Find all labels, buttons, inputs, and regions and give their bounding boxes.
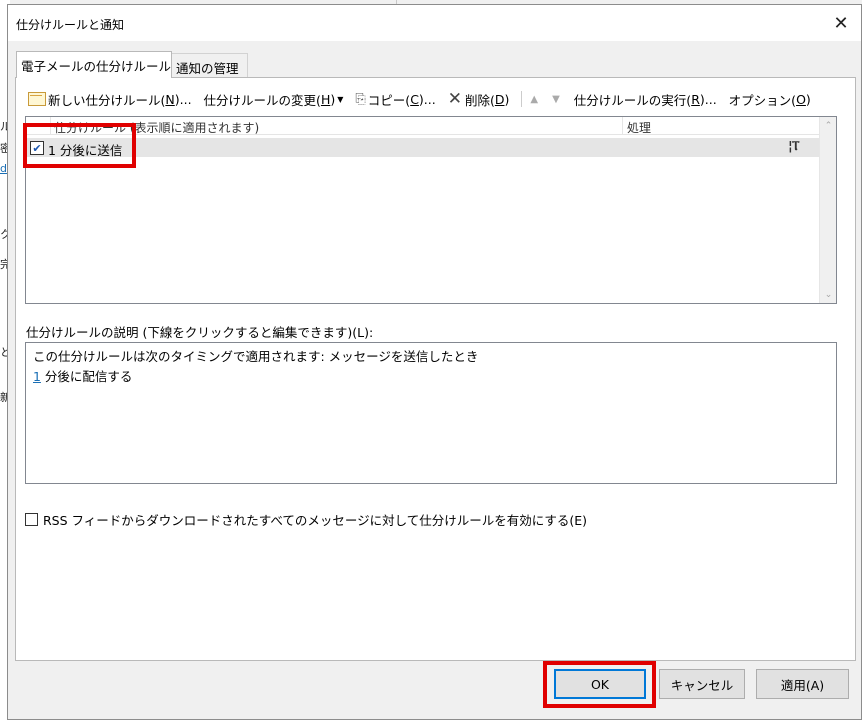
delete-icon: ✕ bbox=[447, 88, 462, 109]
rules-list[interactable]: 仕分けルール (表示順に適用されます) 処理 ✔ 1 分後に送信 ¦Ⲧ ⌃ ⌄ bbox=[25, 116, 837, 304]
rule-description-box: この仕分けルールは次のタイミングで適用されます: メッセージを送信したとき 1 … bbox=[25, 342, 837, 484]
arrow-down-icon[interactable]: ▼ bbox=[552, 94, 560, 105]
chevron-down-icon: ▼ bbox=[337, 94, 344, 104]
column-header-action[interactable]: 処理 bbox=[627, 119, 651, 136]
new-rule-icon bbox=[28, 92, 46, 106]
description-line: 1 分後に配信する bbox=[33, 369, 133, 384]
toolbar-separator bbox=[521, 91, 523, 107]
new-rule-button[interactable]: 新しい仕分けルール(N)... bbox=[28, 90, 192, 109]
rss-option[interactable]: RSS フィードからダウンロードされたすべてのメッセージに対して仕分けルールを有… bbox=[25, 510, 587, 529]
tab-email-rules[interactable]: 電子メールの仕分けルール bbox=[16, 51, 172, 78]
highlight-annotation bbox=[543, 661, 656, 708]
copy-button[interactable]: ⎘ コピー(C)... bbox=[355, 90, 435, 109]
close-icon[interactable]: ✕ bbox=[821, 5, 861, 41]
rss-checkbox[interactable] bbox=[25, 513, 38, 526]
rules-toolbar: 新しい仕分けルール(N)... 仕分けルールの変更(H) ▼ ⎘ コピー(C).… bbox=[28, 88, 811, 110]
delete-button[interactable]: ✕ 削除(D) bbox=[448, 90, 510, 109]
arrow-up-icon[interactable]: ▲ bbox=[530, 94, 538, 105]
options-button[interactable]: オプション(O) bbox=[729, 90, 811, 109]
description-label: 仕分けルールの説明 (下線をクリックすると編集できます)(L): bbox=[26, 325, 374, 340]
scroll-down-icon[interactable]: ⌄ bbox=[820, 286, 836, 303]
highlight-annotation bbox=[23, 123, 136, 168]
apply-button[interactable]: 適用(A) bbox=[756, 669, 849, 699]
vertical-scrollbar[interactable]: ⌃ ⌄ bbox=[819, 117, 836, 303]
column-divider bbox=[622, 117, 623, 135]
copy-icon: ⎘ bbox=[355, 91, 366, 107]
rule-row[interactable]: ✔ 1 分後に送信 ¦Ⲧ bbox=[26, 138, 819, 158]
change-rule-button[interactable]: 仕分けルールの変更(H) ▼ bbox=[204, 90, 344, 109]
tab-label: 通知の管理 bbox=[176, 61, 239, 76]
dialog-title: 仕分けルールと通知 bbox=[16, 18, 125, 32]
rss-label: RSS フィードからダウンロードされたすべてのメッセージに対して仕分けルールを有… bbox=[43, 513, 588, 528]
scroll-up-icon[interactable]: ⌃ bbox=[820, 117, 836, 134]
cancel-button[interactable]: キャンセル bbox=[659, 669, 745, 699]
rule-action-icon: ¦Ⲧ bbox=[788, 139, 800, 154]
tab-label: 電子メールの仕分けルール bbox=[21, 59, 172, 74]
description-line: この仕分けルールは次のタイミングで適用されます: メッセージを送信したとき bbox=[33, 349, 479, 364]
run-rules-button[interactable]: 仕分けルールの実行(R)... bbox=[574, 90, 717, 109]
list-header: 仕分けルール (表示順に適用されます) 処理 bbox=[26, 117, 819, 135]
delay-minutes-link[interactable]: 1 bbox=[33, 369, 41, 384]
title-bar: 仕分けルールと通知 ✕ bbox=[8, 5, 861, 41]
tab-manage-alerts[interactable]: 通知の管理 bbox=[172, 53, 248, 77]
